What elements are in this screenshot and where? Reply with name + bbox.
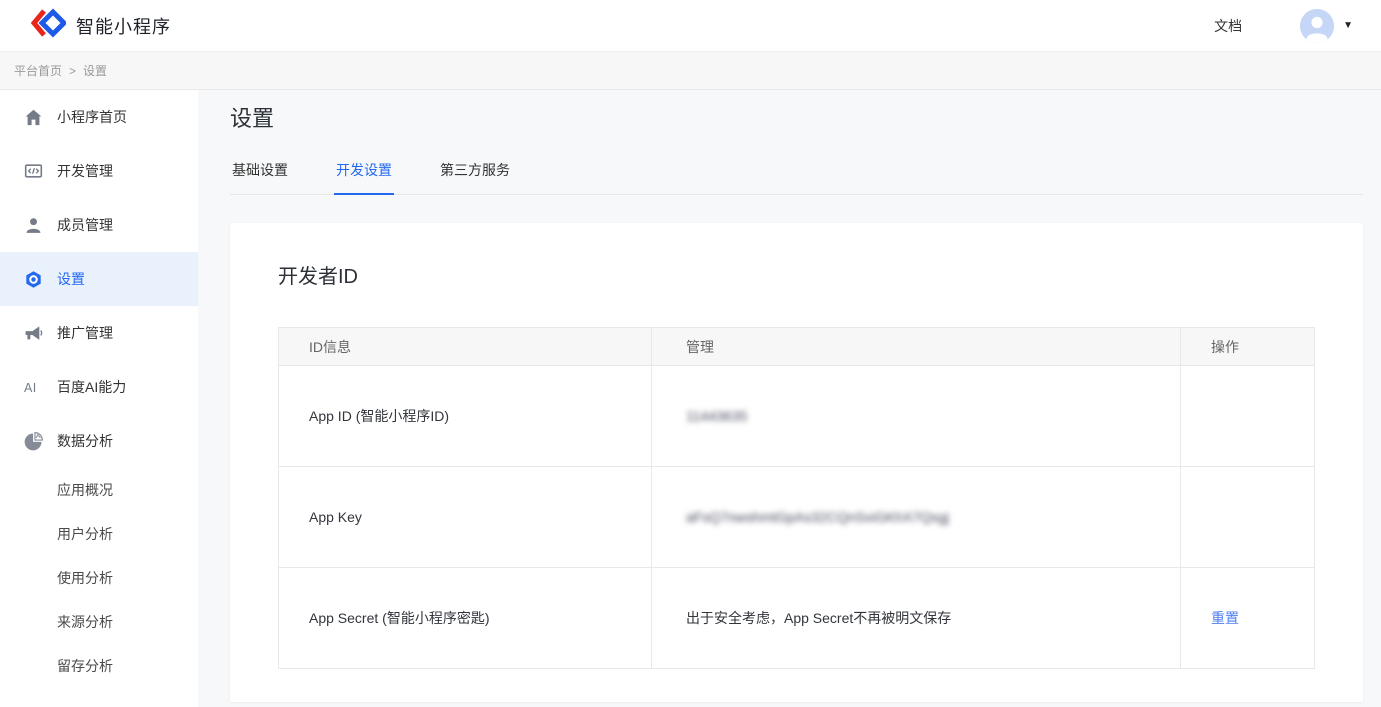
sidebar-item-label: 百度AI能力 <box>57 377 126 397</box>
home-icon <box>24 108 43 127</box>
app-key-label: App Key <box>279 467 652 568</box>
sidebar-item-label: 设置 <box>57 269 85 289</box>
avatar-dropdown-caret-icon[interactable]: ▼ <box>1343 21 1353 31</box>
breadcrumb-platform-home[interactable]: 平台首页 <box>14 62 62 79</box>
table-row-app-secret: App Secret (智能小程序密匙) 出于安全考虑，App Secret不再… <box>279 568 1315 669</box>
sidebar-subitem-source-analysis[interactable]: 来源分析 <box>0 600 198 644</box>
code-icon <box>24 162 43 181</box>
app-secret-label: App Secret (智能小程序密匙) <box>279 568 652 669</box>
brand-logo-text: 智能小程序 <box>76 13 171 39</box>
brand-logo-icon <box>30 8 66 43</box>
column-header-management: 管理 <box>652 328 1181 366</box>
svg-text:AI: AI <box>24 380 37 394</box>
app-screen: 智能小程序 文档 ▼ 平台首页 > 设置 小程 <box>0 0 1381 707</box>
tab-third-party-services[interactable]: 第三方服务 <box>438 154 512 195</box>
sidebar-subitem-app-overview[interactable]: 应用概况 <box>0 468 198 512</box>
user-avatar[interactable] <box>1300 9 1334 43</box>
reset-app-secret-link[interactable]: 重置 <box>1211 610 1239 626</box>
table-row-app-key: App Key aFsQ7nwshmtGpAs32CQnSxiGKhX7Qsgj <box>279 467 1315 568</box>
sidebar-item-promotion-management[interactable]: 推广管理 <box>0 306 198 360</box>
app-key-value-blurred: aFsQ7nwshmtGpAs32CQnSxiGKhX7Qsgj <box>686 509 949 525</box>
sidebar-item-data-analysis[interactable]: 数据分析 <box>0 414 198 468</box>
sidebar-item-baidu-ai[interactable]: AI 百度AI能力 <box>0 360 198 414</box>
column-header-actions: 操作 <box>1181 328 1315 366</box>
sidebar-item-label: 数据分析 <box>57 431 113 451</box>
member-icon <box>24 216 43 235</box>
sidebar-nav: 小程序首页 开发管理 <box>0 90 198 707</box>
breadcrumb-current: 设置 <box>83 62 107 79</box>
brand-logo[interactable]: 智能小程序 <box>30 8 171 43</box>
avatar-person-icon <box>1300 9 1334 43</box>
sidebar-item-dev-management[interactable]: 开发管理 <box>0 144 198 198</box>
megaphone-icon <box>24 324 43 343</box>
tab-dev-settings[interactable]: 开发设置 <box>334 154 394 195</box>
page-title: 设置 <box>230 104 1363 134</box>
pie-chart-icon <box>24 432 43 451</box>
tab-basic-settings[interactable]: 基础设置 <box>230 154 290 195</box>
sidebar-item-member-management[interactable]: 成员管理 <box>0 198 198 252</box>
table-header-row: ID信息 管理 操作 <box>279 328 1315 366</box>
main-content: 设置 基础设置 开发设置 第三方服务 开发者ID ID信息 管理 操作 <box>198 90 1381 707</box>
sidebar-subitem-retention-analysis[interactable]: 留存分析 <box>0 644 198 688</box>
developer-id-table: ID信息 管理 操作 App ID (智能小程序ID) 11443635 App <box>278 327 1315 669</box>
app-id-label: App ID (智能小程序ID) <box>279 366 652 467</box>
ai-icon: AI <box>24 378 43 397</box>
developer-id-card: 开发者ID ID信息 管理 操作 App ID (智能小程序ID) 114 <box>230 223 1363 702</box>
sidebar-item-label: 成员管理 <box>57 215 113 235</box>
sidebar-subitem-user-analysis[interactable]: 用户分析 <box>0 512 198 556</box>
sidebar-item-label: 开发管理 <box>57 161 113 181</box>
sidebar-item-settings[interactable]: 设置 <box>0 252 198 306</box>
sidebar-subitem-usage-analysis[interactable]: 使用分析 <box>0 556 198 600</box>
breadcrumb-separator: > <box>69 64 76 78</box>
breadcrumb: 平台首页 > 设置 <box>0 52 1381 90</box>
developer-id-heading: 开发者ID <box>278 263 1314 291</box>
settings-tabs: 基础设置 开发设置 第三方服务 <box>230 154 1363 195</box>
app-id-value-blurred: 11443635 <box>686 408 747 424</box>
settings-icon <box>24 270 43 289</box>
app-secret-note: 出于安全考虑，App Secret不再被明文保存 <box>652 568 1181 669</box>
sidebar-item-miniapp-home[interactable]: 小程序首页 <box>0 90 198 144</box>
app-key-action-cell <box>1181 467 1315 568</box>
docs-link[interactable]: 文档 <box>1214 16 1242 36</box>
table-row-app-id: App ID (智能小程序ID) 11443635 <box>279 366 1315 467</box>
app-id-action-cell <box>1181 366 1315 467</box>
sidebar-item-label: 小程序首页 <box>57 107 127 127</box>
header-actions: 文档 ▼ <box>1214 9 1353 43</box>
sidebar-item-label: 推广管理 <box>57 323 113 343</box>
top-header: 智能小程序 文档 ▼ <box>0 0 1381 52</box>
column-header-id-info: ID信息 <box>279 328 652 366</box>
